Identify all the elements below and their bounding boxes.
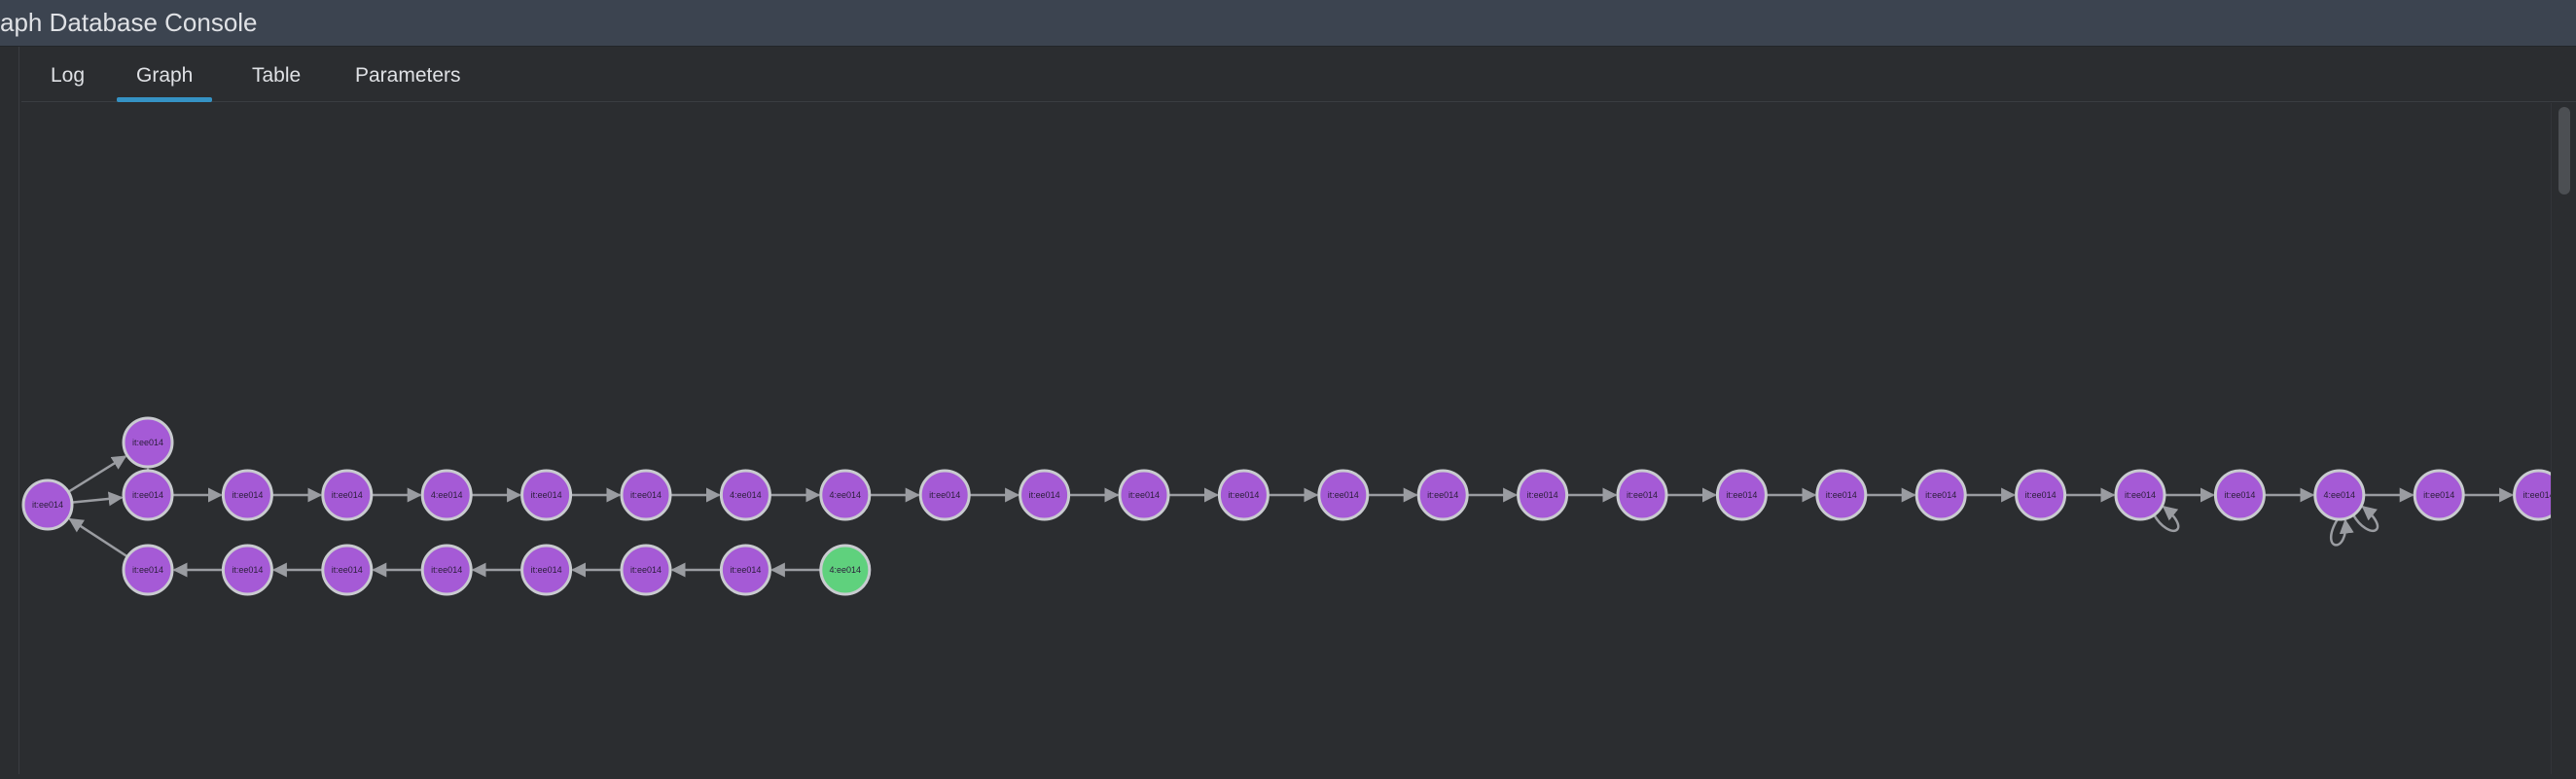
- graph-node-label: it:ee014: [2025, 490, 2057, 500]
- graph-node-label: it:ee014: [1925, 490, 1956, 500]
- graph-node[interactable]: it:ee014: [21, 478, 74, 531]
- graph-node[interactable]: 4:ee014: [2313, 469, 2366, 521]
- graph-node-label: it:ee014: [2423, 490, 2454, 500]
- graph-node-label: it:ee014: [1527, 490, 1558, 500]
- tab-graph[interactable]: Graph: [117, 48, 213, 102]
- graph-node-label: it:ee014: [1029, 490, 1060, 500]
- graph-node[interactable]: it:ee014: [2213, 469, 2266, 521]
- graph-node-label: it:ee014: [531, 490, 562, 500]
- graph-node[interactable]: it:ee014: [122, 416, 174, 469]
- graph-node-label: it:ee014: [1726, 490, 1757, 500]
- graph-node[interactable]: it:ee014: [2015, 469, 2067, 521]
- tab-parameters[interactable]: Parameters: [336, 48, 481, 102]
- graph-node[interactable]: 4:ee014: [819, 469, 872, 521]
- graph-edge[interactable]: [71, 491, 124, 507]
- graph-node[interactable]: it:ee014: [1416, 469, 1469, 521]
- title-bar: aph Database Console: [0, 0, 2576, 47]
- graph-node-label: it:ee014: [630, 565, 662, 575]
- nodes-layer: it:ee014 it:ee014 it:ee014 it:ee014 it:ee014…: [21, 416, 2565, 596]
- tab-bar: Log Graph Table Parameters: [21, 48, 2576, 102]
- graph-node-label: 4:ee014: [830, 565, 862, 575]
- graph-node[interactable]: it:ee014: [1217, 469, 1270, 521]
- graph-node-label: it:ee014: [929, 490, 960, 500]
- graph-node-label: 4:ee014: [431, 490, 463, 500]
- graph-node[interactable]: it:ee014: [520, 544, 573, 596]
- graph-node[interactable]: it:ee014: [620, 544, 672, 596]
- graph-node-label: it:ee014: [2523, 490, 2551, 500]
- graph-node[interactable]: it:ee014: [1019, 469, 1071, 521]
- graph-node-label: it:ee014: [1328, 490, 1359, 500]
- graph-node-label: 4:ee014: [730, 490, 762, 500]
- graph-node[interactable]: it:ee014: [321, 544, 374, 596]
- graph-node[interactable]: it:ee014: [719, 544, 771, 596]
- graph-edge[interactable]: [67, 455, 127, 493]
- graph-node-label: it:ee014: [1427, 490, 1458, 500]
- graph-node[interactable]: it:ee014: [520, 469, 573, 521]
- graph-node[interactable]: it:ee014: [1118, 469, 1170, 521]
- graph-node-label: it:ee014: [232, 490, 263, 500]
- tab-table[interactable]: Table: [233, 48, 320, 102]
- graph-node-label: it:ee014: [730, 565, 761, 575]
- graph-view[interactable]: it:ee014 it:ee014 it:ee014 it:ee014 it:ee014…: [21, 103, 2576, 774]
- graph-node-label: it:ee014: [1826, 490, 1857, 500]
- graph-node-label: 4:ee014: [2324, 490, 2356, 500]
- graph-node[interactable]: it:ee014: [2513, 469, 2565, 521]
- self-loop-edge[interactable]: [2330, 518, 2354, 547]
- window-title: aph Database Console: [0, 8, 258, 37]
- graph-node-label: it:ee014: [32, 500, 63, 510]
- graph-node[interactable]: it:ee014: [1317, 469, 1370, 521]
- vertical-scrollbar[interactable]: [2551, 103, 2576, 774]
- graph-node[interactable]: it:ee014: [122, 469, 174, 521]
- graph-node[interactable]: it:ee014: [918, 469, 971, 521]
- graph-node[interactable]: it:ee014: [1517, 469, 1569, 521]
- graph-node[interactable]: it:ee014: [221, 469, 273, 521]
- graph-node-label: it:ee014: [132, 490, 163, 500]
- graph-node-label: it:ee014: [332, 565, 363, 575]
- graph-canvas[interactable]: it:ee014 it:ee014 it:ee014 it:ee014 it:ee014…: [21, 103, 2576, 774]
- graph-node[interactable]: it:ee014: [1815, 469, 1868, 521]
- graph-node[interactable]: 4:ee014: [819, 544, 872, 596]
- graph-node-label: it:ee014: [232, 565, 263, 575]
- graph-node[interactable]: 4:ee014: [719, 469, 771, 521]
- graph-node-label: it:ee014: [1228, 490, 1259, 500]
- graph-node-label: it:ee014: [630, 490, 662, 500]
- graph-node[interactable]: it:ee014: [321, 469, 374, 521]
- tab-log[interactable]: Log: [31, 48, 104, 102]
- graph-edge[interactable]: [68, 517, 128, 558]
- graph-node[interactable]: it:ee014: [2413, 469, 2465, 521]
- graph-node[interactable]: it:ee014: [122, 544, 174, 596]
- graph-node-label: 4:ee014: [830, 490, 862, 500]
- graph-node[interactable]: it:ee014: [1616, 469, 1668, 521]
- scrollbar-thumb[interactable]: [2558, 107, 2570, 195]
- graph-node[interactable]: it:ee014: [2114, 469, 2166, 521]
- graph-node-label: it:ee014: [132, 565, 163, 575]
- graph-node[interactable]: it:ee014: [420, 544, 473, 596]
- graph-node-label: it:ee014: [1627, 490, 1658, 500]
- left-gutter: [0, 47, 19, 774]
- graph-node-label: it:ee014: [2125, 490, 2156, 500]
- graph-node[interactable]: it:ee014: [620, 469, 672, 521]
- graph-node-label: it:ee014: [132, 438, 163, 447]
- graph-node[interactable]: 4:ee014: [420, 469, 473, 521]
- graph-node[interactable]: it:ee014: [1914, 469, 1967, 521]
- graph-node[interactable]: it:ee014: [221, 544, 273, 596]
- graph-node[interactable]: it:ee014: [1715, 469, 1768, 521]
- graph-node-label: it:ee014: [431, 565, 462, 575]
- graph-node-label: it:ee014: [531, 565, 562, 575]
- graph-node-label: it:ee014: [2224, 490, 2255, 500]
- graph-node-label: it:ee014: [1128, 490, 1160, 500]
- graph-node-label: it:ee014: [332, 490, 363, 500]
